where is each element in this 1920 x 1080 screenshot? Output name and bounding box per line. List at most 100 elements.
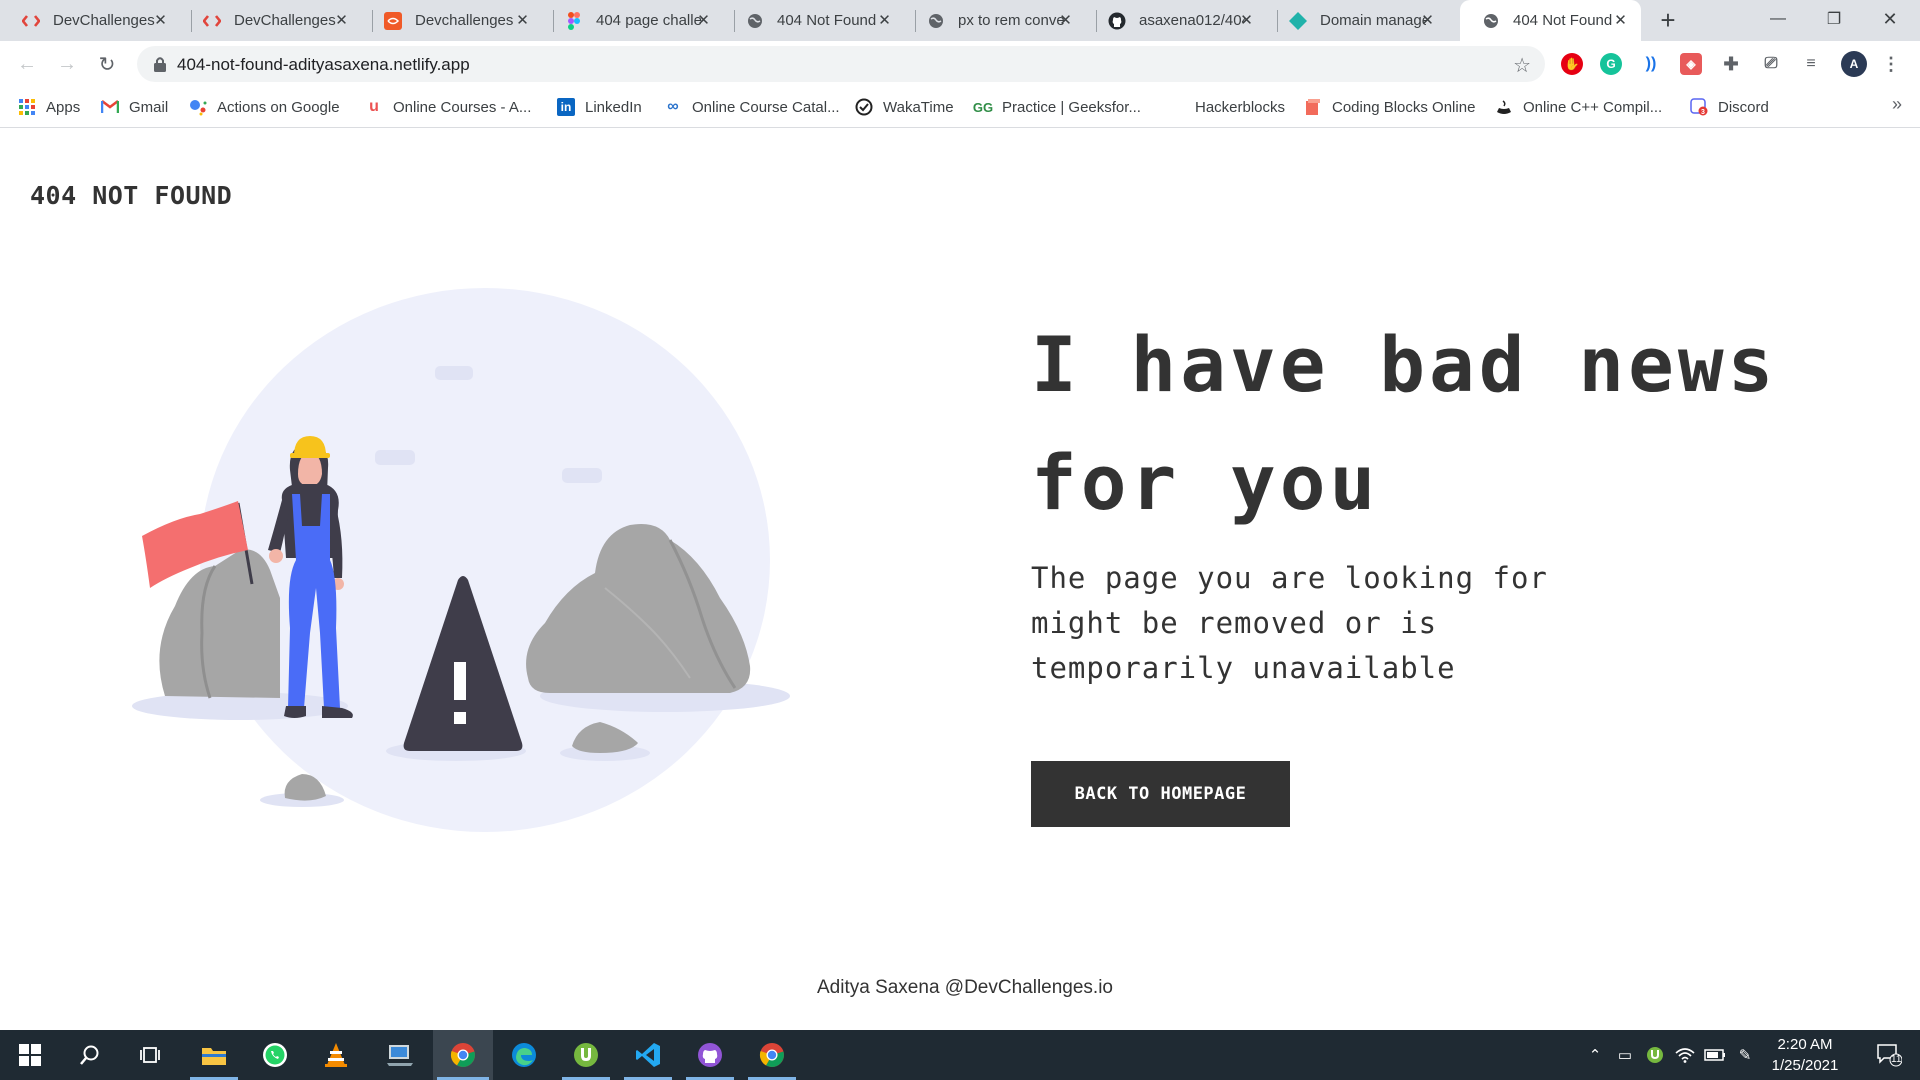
site-logo[interactable]: 404 NOT FOUND bbox=[30, 181, 232, 210]
page-content: 404 NOT FOUND I have bad news for you Th… bbox=[0, 128, 1920, 1030]
shield-extension-icon[interactable]: ◈ bbox=[1680, 53, 1702, 75]
bookmark-label: Online Course Catal... bbox=[692, 98, 840, 116]
globe-icon bbox=[927, 12, 945, 30]
notification-count-badge: 11 bbox=[1891, 1054, 1902, 1065]
bookmark-discord[interactable]: 3 Discord bbox=[1690, 96, 1769, 118]
url-text[interactable]: 404-not-found-adityasaxena.netlify.app bbox=[177, 55, 470, 75]
tab-px-to-rem[interactable]: px to rem converter ✕ bbox=[905, 0, 1086, 41]
restore-button[interactable]: ❐ bbox=[1806, 0, 1862, 38]
bookmark-apps[interactable]: Apps bbox=[18, 96, 80, 118]
bookmark-wakatime[interactable]: WakaTime bbox=[855, 96, 954, 118]
tab-figma-404[interactable]: 404 page challenge ✕ bbox=[543, 0, 724, 41]
browser-window: DevChallenges ✕ DevChallenges ✕ Devchall… bbox=[0, 0, 1920, 1080]
cast-icon[interactable]: ⎚ bbox=[1760, 53, 1782, 75]
close-tab-icon[interactable]: ✕ bbox=[695, 12, 712, 29]
tab-404-not-found-active[interactable]: 404 Not Found ✕ bbox=[1460, 0, 1641, 41]
tab-domain-management[interactable]: Domain management ✕ bbox=[1267, 0, 1448, 41]
bookmark-label: Gmail bbox=[129, 98, 169, 116]
tab-title: Domain management bbox=[1320, 12, 1426, 29]
back-to-homepage-button[interactable]: BACK TO HOMEPAGE bbox=[1031, 761, 1290, 827]
wifi-icon[interactable] bbox=[1670, 1030, 1700, 1080]
close-tab-icon[interactable]: ✕ bbox=[876, 12, 893, 29]
bookmark-cpp-compiler[interactable]: Online C++ Compil... bbox=[1495, 96, 1662, 118]
linkedin-icon: in bbox=[557, 98, 575, 116]
close-tab-icon[interactable]: ✕ bbox=[333, 12, 350, 29]
system-clock[interactable]: 2:20 AM 1/25/2021 bbox=[1760, 1034, 1850, 1076]
bookmark-gmail[interactable]: Gmail bbox=[101, 96, 168, 118]
lock-icon[interactable] bbox=[153, 56, 169, 72]
tab-title: 404 page challenge bbox=[596, 12, 702, 29]
task-view-icon[interactable] bbox=[122, 1030, 178, 1080]
vlc-icon[interactable] bbox=[308, 1030, 364, 1080]
edge-icon[interactable] bbox=[496, 1030, 552, 1080]
netlify-icon bbox=[1289, 11, 1307, 30]
reload-button[interactable]: ↻ bbox=[92, 49, 122, 79]
chrome-canary-icon[interactable] bbox=[744, 1030, 800, 1080]
page-description: The page you are looking for might be re… bbox=[1031, 561, 1548, 685]
bookmark-hackerblocks[interactable]: Hackerblocks bbox=[1195, 96, 1285, 118]
tab-github-repo[interactable]: asaxena012/404 ✕ bbox=[1086, 0, 1267, 41]
bookmark-course-catalog[interactable]: ∞ Online Course Catal... bbox=[664, 96, 840, 118]
globe-icon bbox=[746, 12, 764, 30]
coursera-icon: ∞ bbox=[667, 98, 679, 115]
chrome-icon[interactable] bbox=[433, 1030, 493, 1080]
close-tab-icon[interactable]: ✕ bbox=[1238, 12, 1255, 29]
vscode-icon[interactable] bbox=[620, 1030, 676, 1080]
bookmark-label: WakaTime bbox=[883, 98, 954, 116]
page-headline: I have bad news for you bbox=[1031, 320, 1778, 527]
bookmarks-overflow-icon[interactable]: » bbox=[1892, 94, 1902, 115]
address-bar[interactable]: 404-not-found-adityasaxena.netlify.app ☆ bbox=[137, 46, 1545, 82]
windows-start-icon[interactable] bbox=[2, 1030, 58, 1080]
bookmark-label: Practice | Geeksfor... bbox=[1002, 98, 1141, 116]
construction-illustration bbox=[132, 288, 790, 832]
close-tab-icon[interactable]: ✕ bbox=[1612, 12, 1629, 29]
search-icon[interactable] bbox=[62, 1030, 118, 1080]
tab-404-not-found[interactable]: 404 Not Found ✕ bbox=[724, 0, 905, 41]
back-button[interactable]: ← bbox=[12, 49, 42, 79]
bookmarks-bar: Apps Gmail Actions on Google u Online Co… bbox=[0, 87, 1920, 128]
utorrent-tray-icon[interactable] bbox=[1640, 1030, 1670, 1080]
close-tab-icon[interactable]: ✕ bbox=[514, 12, 531, 29]
bookmark-coding-blocks[interactable]: Coding Blocks Online bbox=[1304, 96, 1475, 118]
bookmark-actions-on-google[interactable]: Actions on Google bbox=[189, 96, 340, 118]
tab-title: Devchallenges bbox=[415, 12, 514, 29]
close-tab-icon[interactable]: ✕ bbox=[1057, 12, 1074, 29]
media-controls-icon[interactable]: ≡ bbox=[1800, 53, 1822, 75]
tab-devchallenges-1[interactable]: DevChallenges ✕ bbox=[0, 0, 181, 41]
bookmark-label: Actions on Google bbox=[217, 98, 340, 116]
profile-avatar[interactable]: A bbox=[1841, 51, 1867, 77]
udemy-icon: u bbox=[369, 98, 379, 115]
battery-icon[interactable] bbox=[1700, 1030, 1730, 1080]
tab-devchallenges-2[interactable]: DevChallenges ✕ bbox=[181, 0, 362, 41]
tab-title: px to rem converter bbox=[958, 12, 1064, 29]
tab-title: DevChallenges bbox=[234, 12, 336, 29]
bookmark-label: Online C++ Compil... bbox=[1523, 98, 1663, 116]
bookmark-geeksforgeeks[interactable]: GG Practice | Geeksfor... bbox=[972, 96, 1141, 118]
bookmark-online-courses[interactable]: u Online Courses - A... bbox=[365, 96, 531, 118]
clock-date: 1/25/2021 bbox=[1771, 1057, 1839, 1074]
notification-center-icon[interactable]: 11 bbox=[1866, 1030, 1912, 1080]
remote-desktop-icon[interactable] bbox=[372, 1030, 428, 1080]
grammarly-extension-icon[interactable]: G bbox=[1600, 53, 1622, 75]
github-desktop-icon[interactable] bbox=[682, 1030, 738, 1080]
bookmark-star-icon[interactable]: ☆ bbox=[1513, 53, 1531, 78]
adblock-extension-icon[interactable]: ✋ bbox=[1561, 53, 1583, 75]
more-menu-icon[interactable]: ⋮ bbox=[1880, 53, 1902, 75]
new-tab-button[interactable]: + bbox=[1654, 7, 1682, 35]
show-hidden-icons-chevron-icon[interactable]: ⌃ bbox=[1580, 1030, 1610, 1080]
minimize-button[interactable]: — bbox=[1750, 0, 1806, 38]
close-tab-icon[interactable]: ✕ bbox=[152, 12, 169, 29]
forward-button[interactable]: → bbox=[52, 49, 82, 79]
pen-workspace-icon[interactable]: ✎ bbox=[1730, 1030, 1760, 1080]
close-window-button[interactable]: ✕ bbox=[1862, 0, 1918, 38]
tab-devchallenges-3[interactable]: Devchallenges ✕ bbox=[362, 0, 543, 41]
close-tab-icon[interactable]: ✕ bbox=[1419, 12, 1436, 29]
meet-now-icon[interactable]: ▭ bbox=[1610, 1030, 1640, 1080]
extensions-puzzle-icon[interactable]: ✚ bbox=[1720, 53, 1742, 75]
bookmark-linkedin[interactable]: in LinkedIn bbox=[557, 96, 642, 118]
read-aloud-extension-icon[interactable]: )) bbox=[1640, 53, 1662, 75]
whatsapp-icon[interactable] bbox=[247, 1030, 303, 1080]
geeksforgeeks-icon: GG bbox=[972, 99, 994, 115]
utorrent-icon[interactable] bbox=[558, 1030, 614, 1080]
file-explorer-icon[interactable] bbox=[186, 1030, 242, 1080]
